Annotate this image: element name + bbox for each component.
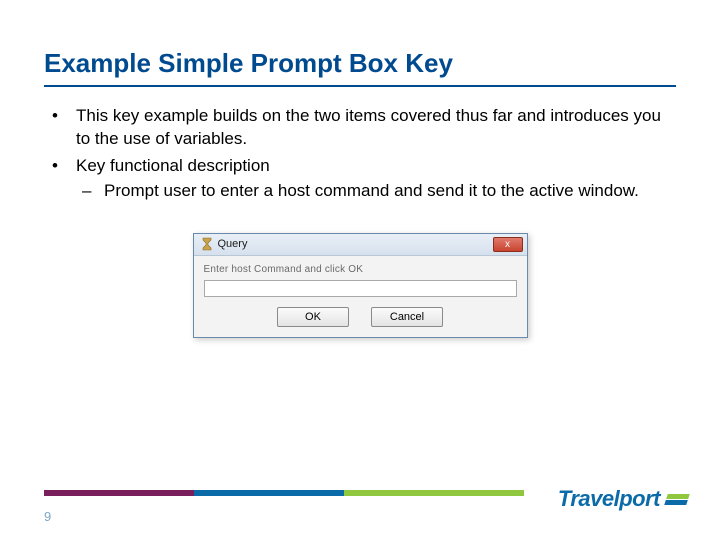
ok-button[interactable]: OK — [277, 307, 349, 327]
dialog-title: Query — [218, 238, 248, 250]
brand-logo: Travelport — [558, 486, 688, 512]
sub-list: Prompt user to enter a host command and … — [76, 180, 676, 203]
list-item: Prompt user to enter a host command and … — [76, 180, 676, 203]
list-item: Key functional description Prompt user t… — [44, 155, 676, 203]
dialog-instruction: Enter host Command and click OK — [204, 264, 517, 275]
close-button[interactable]: x — [493, 237, 523, 252]
brand-text: Travelport — [558, 486, 660, 512]
footer-accent-bar — [44, 490, 524, 496]
bullet-list: This key example builds on the two items… — [44, 105, 676, 203]
prompt-dialog: Query x Enter host Command and click OK … — [193, 233, 528, 338]
cancel-button[interactable]: Cancel — [371, 307, 443, 327]
command-input[interactable] — [204, 280, 517, 297]
dialog-titlebar: Query x — [194, 234, 527, 256]
dialog-body: Enter host Command and click OK OK Cance… — [194, 256, 527, 337]
list-item: This key example builds on the two items… — [44, 105, 676, 151]
page-number: 9 — [44, 509, 51, 524]
title-underline — [44, 85, 676, 87]
list-item-label: Key functional description — [76, 156, 270, 175]
hourglass-icon — [200, 237, 214, 251]
page-title: Example Simple Prompt Box Key — [44, 48, 676, 79]
brand-mark-icon — [664, 494, 690, 505]
